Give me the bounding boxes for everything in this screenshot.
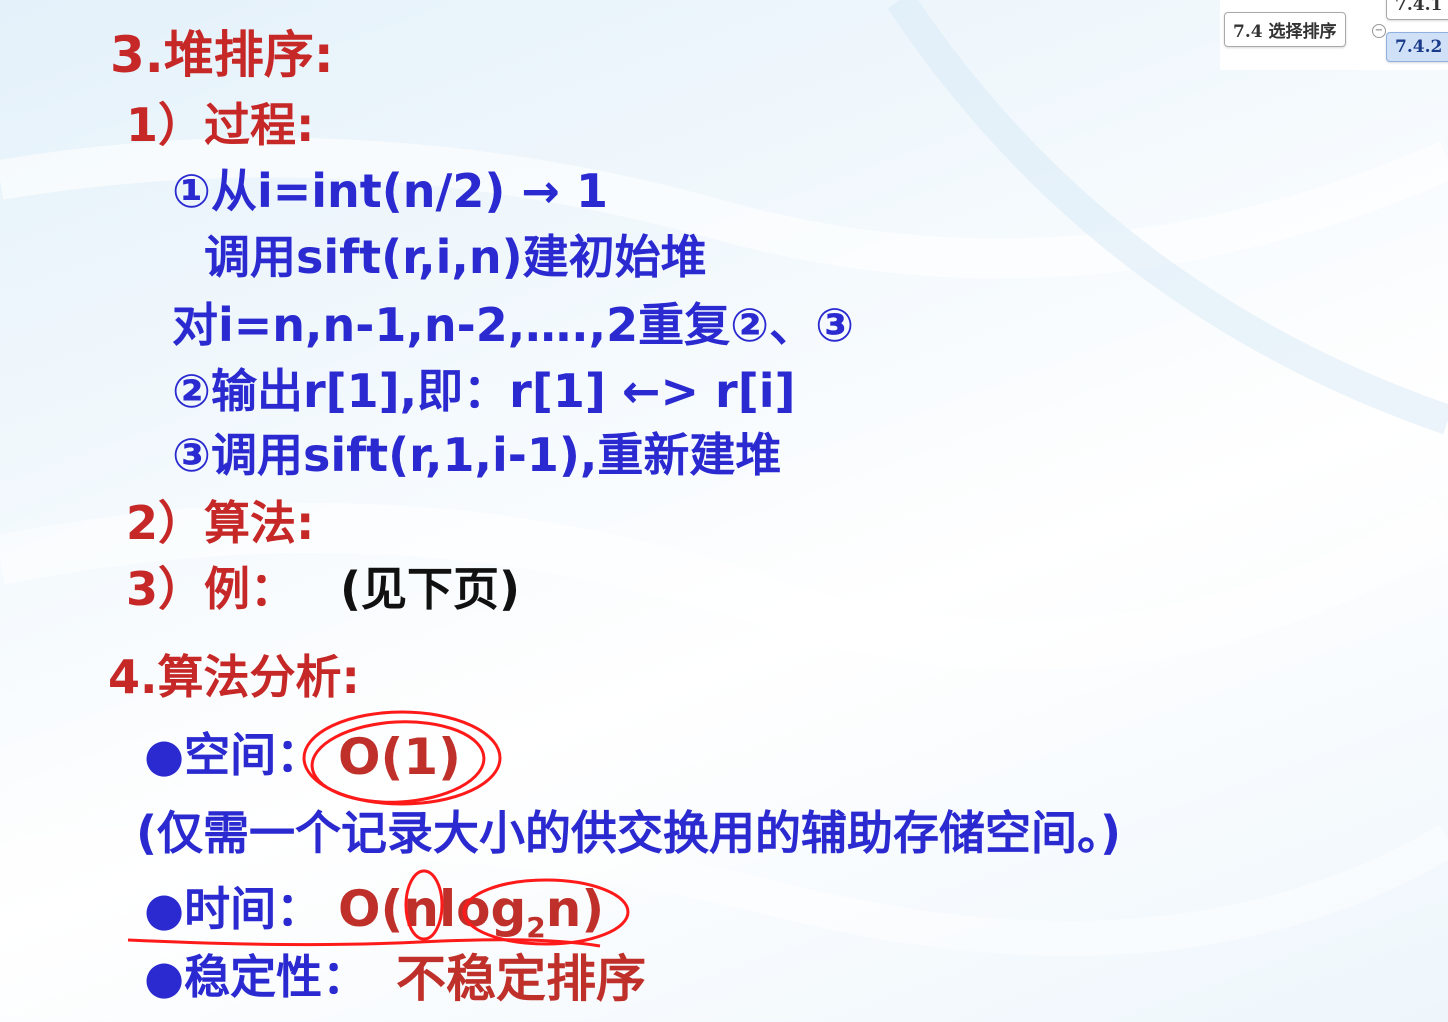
stability-label: ●稳定性： xyxy=(144,950,369,1004)
time-value-log-base: 2 xyxy=(526,911,546,944)
time-label: ●时间： xyxy=(144,882,323,936)
item-example-title: 3）例： xyxy=(126,562,297,616)
heading-analysis: 4.算法分析: xyxy=(108,650,360,704)
space-label: ●空间： xyxy=(144,728,323,782)
outline-node-7-4-2[interactable]: 7.4.2 xyxy=(1386,32,1448,62)
step1-build-heap: 调用sift(r,i,n)建初始堆 xyxy=(204,230,707,284)
loop-repeat: 对i=n,n-1,n-2,….,2重复②、③ xyxy=(172,298,855,352)
outline-node-7-4[interactable]: 7.4 选择排序 xyxy=(1224,12,1346,47)
heading-heap-sort: 3.堆排序: xyxy=(110,26,334,84)
space-note: (仅需一个记录大小的供交换用的辅助存储空间。) xyxy=(136,806,1122,860)
step1-range: ①从i=int(n/2) → 1 xyxy=(172,164,608,218)
time-value-prefix: O(nlog xyxy=(338,880,527,938)
time-complexity-value: O(nlog2n) xyxy=(338,884,604,942)
space-complexity-value: O(1) xyxy=(338,728,461,786)
collapse-icon[interactable]: − xyxy=(1372,24,1386,38)
example-see-next-page: (见下页) xyxy=(340,562,521,616)
outline-node-7-4-1[interactable]: 7.4.1 xyxy=(1386,0,1448,20)
step2-output: ②输出r[1],即：r[1] ←> r[i] xyxy=(172,364,796,418)
outline-minimap: 7.4 选择排序 − 7.4.1 7.4.2 xyxy=(1220,0,1448,70)
item-algorithm-title: 2）算法: xyxy=(126,496,315,550)
step3-rebuild: ③调用sift(r,1,i-1),重新建堆 xyxy=(172,428,782,482)
stability-value: 不稳定排序 xyxy=(396,950,646,1008)
item-process-title: 1）过程: xyxy=(126,98,315,152)
time-value-suffix: n) xyxy=(545,880,605,938)
